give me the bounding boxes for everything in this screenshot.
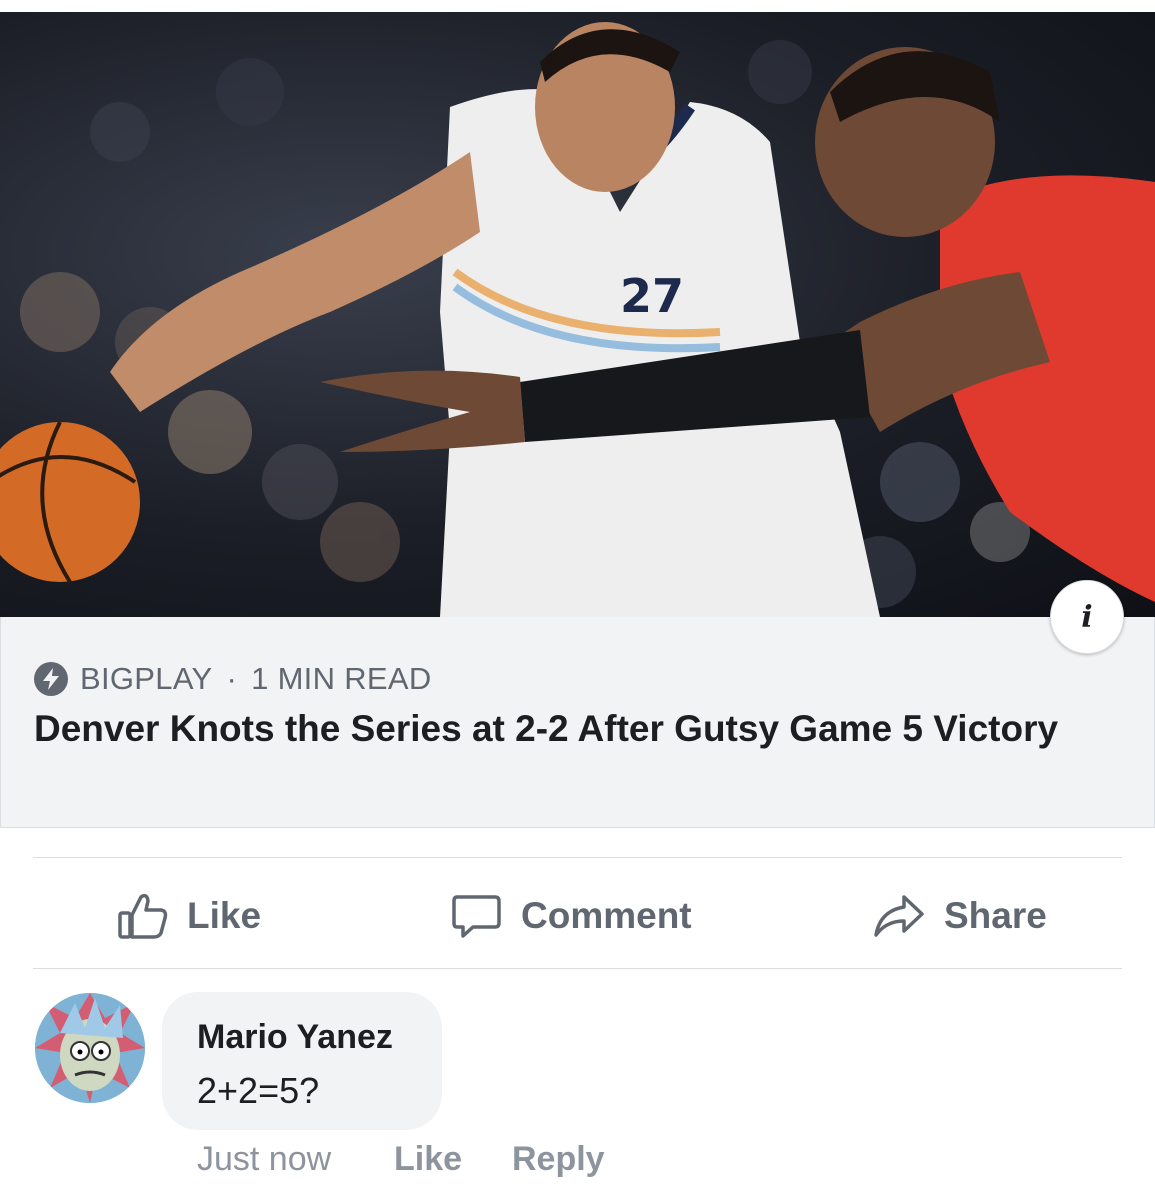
avatar-image [35,993,145,1103]
article-source: BIGPLAY [80,661,213,696]
divider-bottom [33,968,1122,969]
comment-bubble[interactable]: Mario Yanez 2+2=5? [162,992,442,1130]
comment-text: 2+2=5? [197,1070,320,1111]
svg-text:27: 27 [620,269,684,323]
top-strip [0,0,1155,12]
comment-time: Just now [197,1140,332,1178]
read-time: 1 MIN READ [251,661,432,696]
thumbs-up-icon [118,893,168,939]
comment-reply-link[interactable]: Reply [512,1140,605,1179]
bolt-icon [34,662,68,696]
divider-top [33,857,1122,858]
comment-bubble-icon [452,895,501,938]
like-label: Like [187,895,262,936]
info-icon[interactable]: i [1050,580,1124,654]
share-label: Share [944,895,1047,936]
article-photo-illustration: 27 [0,22,1155,617]
share-button[interactable]: Share [872,888,1047,944]
comment-label: Comment [521,895,692,936]
comment-like-link[interactable]: Like [394,1140,462,1179]
comment-button[interactable]: Comment [451,888,692,944]
like-button[interactable]: Like [117,888,261,944]
comment-author[interactable]: Mario Yanez [197,1018,393,1057]
link-preview[interactable]: BIGPLAY · 1 MIN READ Denver Knots the Se… [0,617,1155,828]
article-image[interactable]: 27 [0,12,1155,617]
avatar[interactable] [35,993,145,1103]
article-source-row: BIGPLAY · 1 MIN READ [34,660,432,698]
share-arrow-icon [874,895,924,937]
separator-dot: · [226,661,238,696]
article-headline[interactable]: Denver Knots the Series at 2-2 After Gut… [34,707,1114,751]
